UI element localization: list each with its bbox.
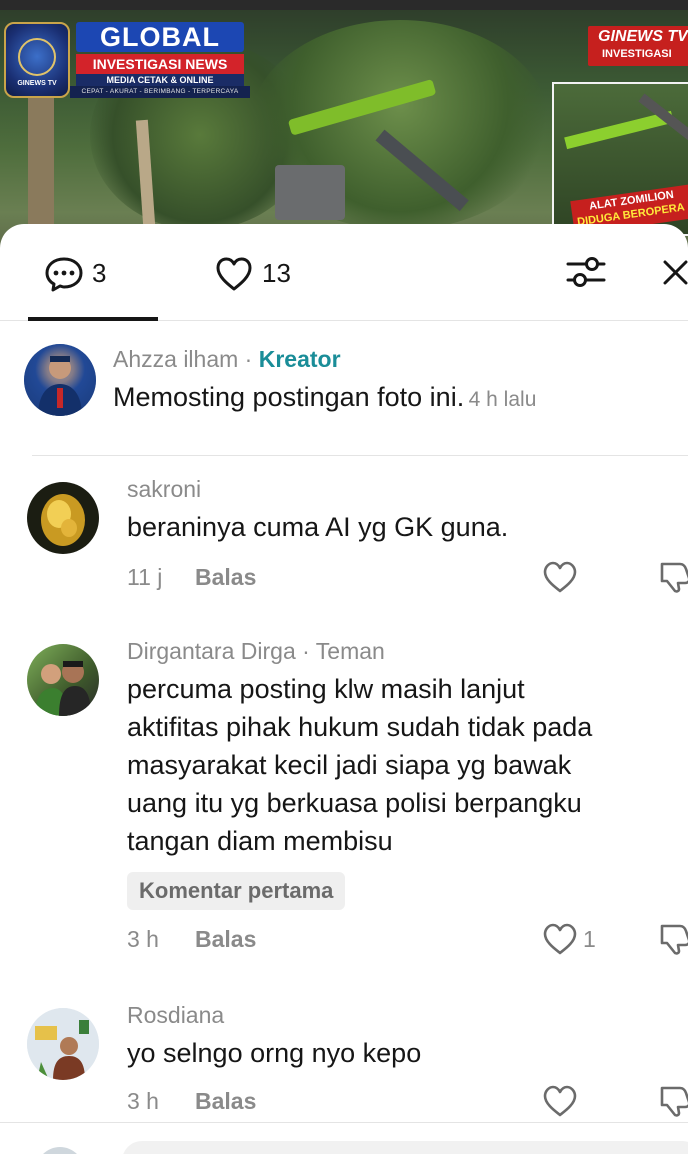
comments-count: 3 — [92, 258, 107, 288]
heart-outline-icon[interactable] — [542, 922, 578, 956]
video-frame[interactable]: GINEWS TV GLOBAL INVESTIGASI NEWS MEDIA … — [0, 0, 688, 250]
tab-comments[interactable]: 3 — [28, 224, 158, 321]
creator-post-time: 4 h lalu — [468, 388, 537, 411]
logo-tagline: CEPAT - AKURAT - BERIMBANG - TERPERCAYA — [70, 86, 250, 98]
divider — [32, 455, 688, 456]
comment-username-line: Dirgantara Dirga · Teman — [127, 638, 385, 665]
avatar[interactable] — [27, 1008, 99, 1080]
sliders-icon — [566, 257, 606, 287]
comment-time: 3 h — [127, 926, 159, 952]
avatar[interactable] — [24, 344, 96, 416]
speech-bubble-icon — [45, 257, 83, 292]
creator-name-line: Ahzza ilham · Kreator — [113, 346, 341, 373]
gold-nugget-photo — [41, 494, 85, 546]
heart-outline-icon — [216, 257, 252, 291]
close-button[interactable] — [656, 250, 688, 294]
creator-post-line: Memosting postingan foto ini. 4 h lalu — [113, 382, 536, 413]
like-count: 1 — [583, 926, 596, 952]
comment-text-line: masyarakat kecil jadi siapa yg bawak — [127, 750, 572, 780]
tree-trunk — [28, 90, 54, 240]
comment-username[interactable]: sakroni — [127, 476, 201, 503]
comment-text: yo selngo orng nyo kepo — [127, 1038, 422, 1068]
reply-button[interactable]: Balas — [195, 564, 256, 591]
likes-count: 13 — [262, 258, 291, 288]
creator-role-badge: Kreator — [258, 346, 341, 372]
person-photo — [24, 344, 96, 416]
close-icon — [663, 260, 688, 285]
my-avatar — [36, 1147, 84, 1154]
logo-badge-text: GINEWS TV — [17, 80, 57, 87]
comment-username[interactable]: Rosdiana — [127, 1002, 224, 1029]
first-comment-badge: Komentar pertama — [127, 872, 346, 910]
comment-username[interactable]: Dirgantara Dirga — [127, 638, 296, 664]
heart-outline-icon[interactable] — [542, 1084, 578, 1118]
thumbs-down-icon[interactable] — [658, 560, 688, 594]
comment-composer — [0, 1122, 688, 1154]
corner-label: GINEWS TV INVESTIGASI — [588, 26, 688, 66]
avatar[interactable] — [27, 482, 99, 554]
person-photo — [27, 1008, 99, 1080]
thumbs-down-icon[interactable] — [658, 922, 688, 956]
reply-button[interactable]: Balas — [195, 1088, 256, 1115]
creator-post: Ahzza ilham · Kreator Memosting postinga… — [0, 320, 688, 456]
comment-text: beraninya cuma AI yg GK guna. — [127, 512, 509, 542]
comment-time: 3 h — [127, 1088, 159, 1114]
avatar[interactable] — [27, 644, 99, 716]
logo-title: GLOBAL — [76, 22, 244, 52]
logo-media: MEDIA CETAK & ONLINE — [76, 74, 244, 86]
tab-likes[interactable]: 13 — [212, 224, 322, 320]
relation-badge: · Teman — [302, 638, 385, 664]
creator-name[interactable]: Ahzza ilham — [113, 346, 238, 372]
news-logo: GLOBAL INVESTIGASI NEWS MEDIA CETAK & ON… — [70, 22, 252, 98]
comment-text-line: uang itu yg berkuasa polisi berpangku — [127, 788, 582, 818]
logo-subtitle: INVESTIGASI NEWS — [76, 54, 244, 74]
corner-label-line2: INVESTIGASI — [602, 48, 672, 60]
corner-label-line1: GINEWS TV — [598, 28, 688, 45]
creator-post-text: Memosting postingan foto ini. — [113, 382, 465, 412]
comment-text-line: aktifitas pihak hukum sudah tidak pada — [127, 712, 593, 742]
status-strip — [0, 0, 688, 10]
thumbs-down-icon[interactable] — [658, 1084, 688, 1118]
comment-time: 11 j — [127, 564, 163, 590]
people-photo — [35, 661, 91, 716]
heart-outline-icon[interactable] — [542, 560, 578, 594]
comment-text-line: percuma posting klw masih lanjut — [127, 674, 525, 704]
name-separator: · — [244, 346, 253, 372]
filter-button[interactable] — [564, 250, 608, 294]
comment-input[interactable] — [122, 1141, 688, 1154]
reply-button[interactable]: Balas — [195, 926, 256, 953]
ginews-logo-badge: GINEWS TV — [4, 22, 70, 98]
sheet-tabs: 3 13 — [0, 224, 688, 321]
comments-sheet: 3 13 Ahzza ilham · Kreator Memosting pos… — [0, 224, 688, 1154]
excavator-body — [275, 165, 345, 220]
globe-icon — [18, 38, 56, 76]
comment-text-line: tangan diam membisu — [127, 826, 393, 856]
